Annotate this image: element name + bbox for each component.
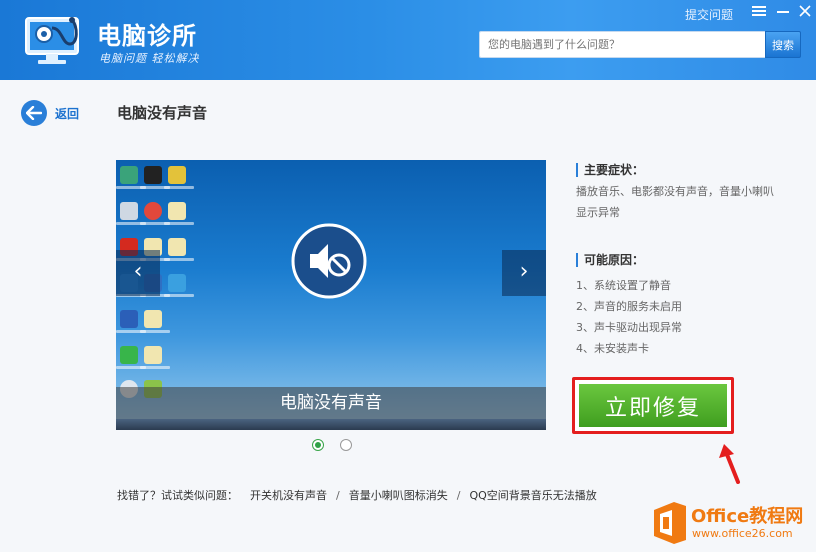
submit-question-link[interactable]: 提交问题 (685, 6, 733, 23)
desktop-icon (168, 166, 186, 184)
desktop-taskbar (116, 419, 546, 430)
watermark-brand: Office教程网 (691, 506, 804, 527)
related-link[interactable]: QQ空间背景音乐无法播放 (469, 487, 596, 503)
related-separator: / (336, 488, 340, 502)
carousel-next-button[interactable]: › (502, 250, 546, 296)
symptoms-text: 播放音乐、电影都没有声音，音量小喇叭显示异常 (576, 185, 774, 219)
close-icon[interactable] (795, 3, 815, 23)
office-logo-icon (654, 502, 686, 544)
main-panel: 返回 电脑没有声音 ‹ › 电脑没有声音 主要症状： 播放音乐、电影都没有声音，… (0, 80, 816, 552)
page-title: 电脑没有声音 (117, 104, 208, 122)
desktop-icon (144, 310, 162, 328)
search-input[interactable] (479, 31, 765, 58)
cause-item: 3、声卡驱动出现异常 (576, 321, 682, 334)
carousel-prev-button[interactable]: ‹ (116, 250, 160, 296)
app-slogan: 电脑问题 轻松解决 (99, 52, 200, 65)
desktop-icon (144, 166, 162, 184)
watermark-url: www.office26.com (692, 527, 793, 540)
related-lead: 找错了？试试类似问题： (117, 489, 238, 502)
desktop-icon (168, 202, 186, 220)
desktop-icon (120, 202, 138, 220)
back-arrow-icon (21, 100, 47, 126)
cause-item: 2、声音的服务未启用 (576, 300, 682, 313)
causes-title: 可能原因： (576, 253, 644, 267)
carousel-dot-1[interactable] (312, 439, 324, 451)
desktop-icon (144, 346, 162, 364)
cause-item: 4、未安装声卡 (576, 342, 649, 355)
desktop-icon (120, 310, 138, 328)
hamburger-icon[interactable] (749, 3, 769, 23)
desktop-icon (120, 346, 138, 364)
symptoms-title: 主要症状： (576, 163, 644, 177)
desktop-icon (168, 238, 186, 256)
related-questions: 找错了？试试类似问题： 开关机没有声音 / 音量小喇叭图标消失 / QQ空间背景… (117, 487, 597, 503)
fix-highlight-box: 立即修复 (572, 377, 734, 434)
search-button[interactable]: 搜索 (765, 31, 801, 58)
app-logo-icon (22, 14, 86, 68)
watermark: Office教程网 www.office26.com (650, 496, 816, 552)
carousel-caption: 电脑没有声音 (116, 387, 546, 419)
desktop-icon (168, 274, 186, 292)
back-label: 返回 (55, 106, 80, 121)
carousel-dot-2[interactable] (340, 439, 352, 451)
related-separator: / (456, 488, 461, 502)
related-link[interactable]: 音量小喇叭图标消失 (349, 487, 448, 503)
red-pointer-arrow-icon (716, 442, 746, 484)
problem-carousel: ‹ › 电脑没有声音 (116, 160, 546, 430)
back-button[interactable]: 返回 (21, 100, 79, 126)
related-link[interactable]: 开关机没有声音 (250, 487, 327, 503)
cause-item: 1、系统设置了静音 (576, 279, 671, 292)
speaker-mute-icon (290, 222, 368, 300)
title-bar: 电脑诊所 电脑问题 轻松解决 提交问题 搜索 (0, 0, 816, 80)
fix-now-button[interactable]: 立即修复 (579, 384, 727, 427)
minimize-icon[interactable] (773, 3, 793, 23)
desktop-icon (144, 202, 162, 220)
desktop-icon (120, 166, 138, 184)
app-title: 电脑诊所 (97, 22, 197, 50)
